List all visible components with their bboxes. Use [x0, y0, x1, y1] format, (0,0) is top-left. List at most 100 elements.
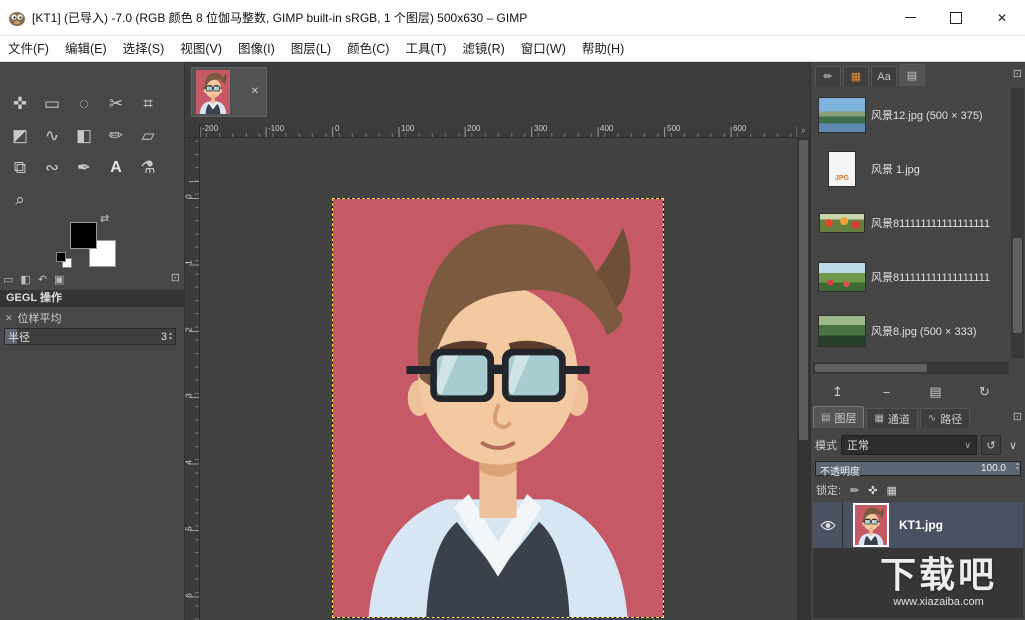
color-picker-tool-button[interactable]: ⚗: [132, 152, 164, 184]
horizontal-ruler[interactable]: -200 -100 0 100 200 300 400 500 600: [200, 123, 797, 138]
image-name: 风景12.jpg (500 × 375): [871, 107, 983, 123]
tab-close-icon[interactable]: ✕: [251, 86, 259, 97]
workspace: ✜ ▭ ◌ ✂ ⌗ ◩ ∿ ◧ ✏ ▱ ⧉ ∾ ✒ A ⚗ ⌕ ⇄: [0, 62, 1025, 620]
scissors-select-tool-button[interactable]: ✂: [100, 88, 132, 120]
default-colors-icon[interactable]: [56, 252, 72, 268]
image-name: 风景8.jpg (500 × 333): [871, 323, 976, 339]
right-dock: ✏ ▦ Aa ▤ ⊡ 风景12.jpg (500 × 375) JPG 风景 1…: [810, 62, 1025, 620]
mode-dropdown[interactable]: 正常 ∨: [841, 435, 977, 455]
configure-tab-icon[interactable]: ⊡: [1013, 67, 1022, 80]
configure-tab-icon[interactable]: ⊡: [1013, 410, 1022, 423]
layers-list: KT1.jpg: [813, 502, 1023, 618]
transform-tool-button[interactable]: ◩: [4, 120, 36, 152]
image-tab[interactable]: ✕: [191, 67, 267, 117]
list-scrollbar-thumb[interactable]: [1013, 238, 1022, 333]
list-vertical-scrollbar[interactable]: [1011, 88, 1024, 358]
smudge-tool-button[interactable]: ∾: [36, 152, 68, 184]
bucket-fill-tool-button[interactable]: ◧: [68, 120, 100, 152]
menu-item-image[interactable]: 图像(I): [230, 36, 283, 62]
list-item[interactable]: JPG 风景 1.jpg: [813, 142, 1009, 196]
ruler-corner[interactable]: [185, 123, 200, 138]
menu-item-help[interactable]: 帮助(H): [574, 36, 632, 62]
menu-item-edit[interactable]: 编辑(E): [57, 36, 115, 62]
undo-history-tab-icon[interactable]: ↶: [38, 273, 47, 286]
layer-visibility-toggle[interactable]: [813, 502, 843, 548]
canvas-vertical-scrollbar[interactable]: [797, 138, 810, 620]
canvas-scrollbar-thumb[interactable]: [799, 140, 808, 440]
opacity-slider[interactable]: 不透明度 100.0 ▴▾: [815, 461, 1021, 476]
remove-button[interactable]: −: [871, 381, 903, 403]
menu-item-select[interactable]: 选择(S): [115, 36, 173, 62]
mode-history-button[interactable]: ↺: [981, 435, 1001, 455]
configure-tab-icon[interactable]: ⊡: [171, 271, 180, 284]
gegl-operations-header: GEGL 操作: [0, 290, 184, 307]
tool-options-tab-icon[interactable]: ▭: [3, 273, 13, 286]
image-name: 风景811111111111111111: [871, 269, 990, 285]
raise-views-button[interactable]: ↥: [822, 381, 854, 403]
close-button[interactable]: ✕: [979, 0, 1025, 35]
image-thumbnail: JPG: [828, 151, 856, 187]
tab-channels[interactable]: ▦ 通道: [866, 408, 917, 428]
menu-item-layer[interactable]: 图层(L): [283, 36, 339, 62]
mode-options-button[interactable]: ∨: [1005, 435, 1021, 455]
refresh-button[interactable]: ↻: [969, 381, 1001, 403]
swap-colors-icon[interactable]: ⇄: [100, 212, 109, 225]
lock-pixels-icon[interactable]: ✏: [850, 484, 859, 497]
pointer-tab-icon[interactable]: ▣: [54, 273, 64, 286]
eraser-tool-button[interactable]: ▱: [132, 120, 164, 152]
opacity-spinner[interactable]: ▴▾: [1016, 462, 1019, 472]
fonts-tab[interactable]: Aa: [871, 66, 897, 86]
lock-position-icon[interactable]: ✜: [868, 484, 877, 497]
canvas-viewport[interactable]: [200, 138, 797, 620]
menu-item-windows[interactable]: 窗口(W): [513, 36, 574, 62]
menu-item-colors[interactable]: 颜色(C): [339, 36, 397, 62]
menu-item-filters[interactable]: 滤镜(R): [454, 36, 512, 62]
ink-tool-button[interactable]: ✒: [68, 152, 100, 184]
move-tool-button[interactable]: ✜: [4, 88, 36, 120]
avatar-artwork: [332, 198, 664, 618]
tab-paths[interactable]: ∿ 路径: [920, 408, 970, 428]
lock-label: 锁定:: [816, 482, 841, 498]
brushes-tab[interactable]: ✏: [815, 66, 841, 86]
rectangle-select-tool-button[interactable]: ▭: [36, 88, 68, 120]
warp-tool-button[interactable]: ∿: [36, 120, 68, 152]
list-horizontal-scrollbar[interactable]: [813, 362, 1009, 374]
images-tab[interactable]: ▤: [899, 64, 925, 86]
layer-row[interactable]: KT1.jpg: [813, 502, 1023, 548]
paintbrush-tool-button[interactable]: ✏: [100, 120, 132, 152]
clone-tool-button[interactable]: ⧉: [4, 152, 36, 184]
radius-slider[interactable]: 半径 3 ▴▾: [4, 328, 176, 345]
menu-item-tools[interactable]: 工具(T): [397, 36, 454, 62]
list-item[interactable]: 风景811111111111111111: [813, 196, 1009, 250]
list-item[interactable]: 风景12.jpg (500 × 375): [813, 88, 1009, 142]
crop-tool-button[interactable]: ⌗: [132, 88, 164, 120]
menu-item-file[interactable]: 文件(F): [0, 36, 57, 62]
menu-item-view[interactable]: 视图(V): [172, 36, 230, 62]
list-item[interactable]: 风景8.jpg (500 × 333): [813, 304, 1009, 358]
title-bar: [KT1] (已导入) -7.0 (RGB 颜色 8 位伽马整数, GIMP b…: [0, 0, 1025, 36]
zoom-tool-button[interactable]: ⌕: [4, 184, 36, 216]
new-display-button[interactable]: ▤: [920, 381, 952, 403]
radius-spinner[interactable]: ▴▾: [169, 332, 172, 342]
window-controls: ✕: [887, 0, 1025, 35]
free-select-tool-button[interactable]: ◌: [68, 88, 100, 120]
patterns-tab[interactable]: ▦: [843, 66, 869, 86]
tool-grid: ✜ ▭ ◌ ✂ ⌗ ◩ ∿ ◧ ✏ ▱ ⧉ ∾ ✒ A ⚗ ⌕: [4, 88, 168, 216]
tab-layers[interactable]: ▤ 图层: [813, 406, 864, 428]
image-thumbnail: [818, 262, 866, 292]
list-item[interactable]: 风景811111111111111111: [813, 250, 1009, 304]
vertical-ruler[interactable]: 0 1 2 3 4 5 6: [185, 138, 200, 620]
maximize-button[interactable]: [933, 0, 979, 35]
list-hscrollbar-thumb[interactable]: [815, 364, 927, 372]
foreground-color-swatch[interactable]: [70, 222, 97, 249]
images-list: 风景12.jpg (500 × 375) JPG 风景 1.jpg 风景8111…: [813, 88, 1009, 358]
ruler-zoom-icon[interactable]: ⌕: [797, 123, 810, 138]
minimize-button[interactable]: [887, 0, 933, 35]
device-status-tab-icon[interactable]: ◧: [20, 273, 30, 286]
lock-alpha-icon[interactable]: ▦: [887, 484, 897, 497]
image-thumbnail: [818, 97, 866, 133]
canvas-image[interactable]: [332, 198, 664, 618]
canvas-area: ✕ -200 -100 0 100 200 300 400 500 600 ⌕ …: [185, 62, 810, 620]
remove-operation-icon[interactable]: ✕: [5, 313, 13, 324]
text-tool-button[interactable]: A: [100, 152, 132, 184]
